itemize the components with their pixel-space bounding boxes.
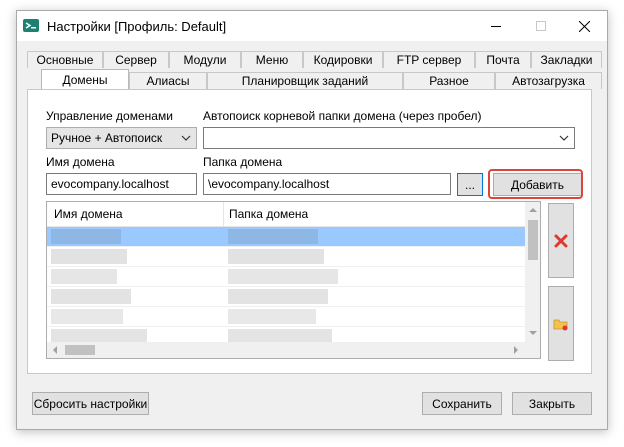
domain-management-label: Управление доменами [46, 109, 173, 123]
settings-window: Настройки [Профиль: Default] Основные Се… [16, 10, 608, 430]
scroll-up-icon[interactable] [529, 207, 537, 213]
tab-misc[interactable]: Разное [403, 72, 495, 89]
tab-domains[interactable]: Домены [41, 69, 129, 89]
domain-name-input[interactable]: evocompany.localhost [46, 173, 197, 195]
save-button[interactable]: Сохранить [422, 392, 502, 415]
maximize-button[interactable] [518, 11, 563, 41]
browse-button[interactable]: ... [457, 173, 483, 196]
scroll-right-icon[interactable] [513, 346, 519, 354]
autosearch-folder-select[interactable] [203, 127, 575, 149]
tab-server[interactable]: Сервер [103, 51, 169, 68]
tab-bookmarks[interactable]: Закладки [531, 51, 602, 68]
table-row[interactable] [47, 227, 525, 247]
reset-settings-button[interactable]: Сбросить настройки [32, 392, 149, 415]
tab-ftp-server[interactable]: FTP сервер [383, 51, 475, 68]
window-title: Настройки [Профиль: Default] [47, 19, 227, 34]
tab-basic[interactable]: Основные [27, 51, 103, 68]
app-icon [23, 19, 39, 32]
domain-list[interactable]: Имя домена Папка домена [46, 201, 541, 359]
open-folder-button[interactable] [548, 286, 574, 361]
chevron-down-icon [559, 135, 569, 141]
delete-domain-button[interactable] [548, 203, 574, 278]
add-button-highlight [488, 169, 583, 199]
title-bar: Настройки [Профиль: Default] [17, 11, 607, 41]
tab-aliases[interactable]: Алиасы [129, 72, 207, 89]
scroll-left-icon[interactable] [52, 346, 58, 354]
domain-management-value: Ручное + Автопоиск [51, 131, 163, 145]
tab-scheduler[interactable]: Планировщик заданий [207, 72, 403, 89]
close-button[interactable]: Закрыть [512, 392, 592, 415]
close-window-button[interactable] [562, 11, 607, 41]
autosearch-label: Автопоиск корневой папки домена (через п… [203, 109, 482, 123]
tab-encodings[interactable]: Кодировки [303, 51, 383, 68]
folder-icon [553, 319, 568, 330]
tab-modules[interactable]: Модули [169, 51, 241, 68]
table-row[interactable] [47, 287, 525, 307]
delete-icon [554, 234, 568, 247]
minimize-button[interactable] [473, 11, 518, 41]
column-separator [223, 202, 224, 226]
list-header: Имя домена Папка домена [47, 202, 525, 227]
chevron-down-icon [181, 135, 191, 141]
domain-folder-input[interactable]: \evocompany.localhost [203, 173, 451, 195]
column-domain-name[interactable]: Имя домена [54, 207, 123, 221]
table-row[interactable] [47, 247, 525, 267]
vertical-scrollbar[interactable] [525, 202, 540, 342]
tab-bar: Основные Сервер Модули Меню Кодировки FT… [27, 51, 602, 89]
scroll-corner [525, 342, 540, 358]
tab-autostart[interactable]: Автозагрузка [495, 72, 602, 89]
domain-name-label: Имя домена [46, 155, 115, 169]
domain-management-select[interactable]: Ручное + Автопоиск [46, 127, 197, 149]
column-domain-folder[interactable]: Папка домена [229, 207, 308, 221]
table-row[interactable] [47, 307, 525, 327]
scroll-down-icon[interactable] [529, 330, 537, 336]
tab-menu[interactable]: Меню [241, 51, 303, 68]
vertical-scroll-thumb[interactable] [528, 220, 538, 260]
horizontal-scrollbar[interactable] [47, 342, 525, 358]
close-icon [579, 20, 590, 32]
horizontal-scroll-thumb[interactable] [65, 345, 95, 355]
domain-folder-label: Папка домена [203, 155, 283, 169]
table-row[interactable] [47, 267, 525, 287]
maximize-icon [535, 21, 546, 31]
minimize-icon [490, 26, 501, 27]
tab-mail[interactable]: Почта [475, 51, 531, 68]
